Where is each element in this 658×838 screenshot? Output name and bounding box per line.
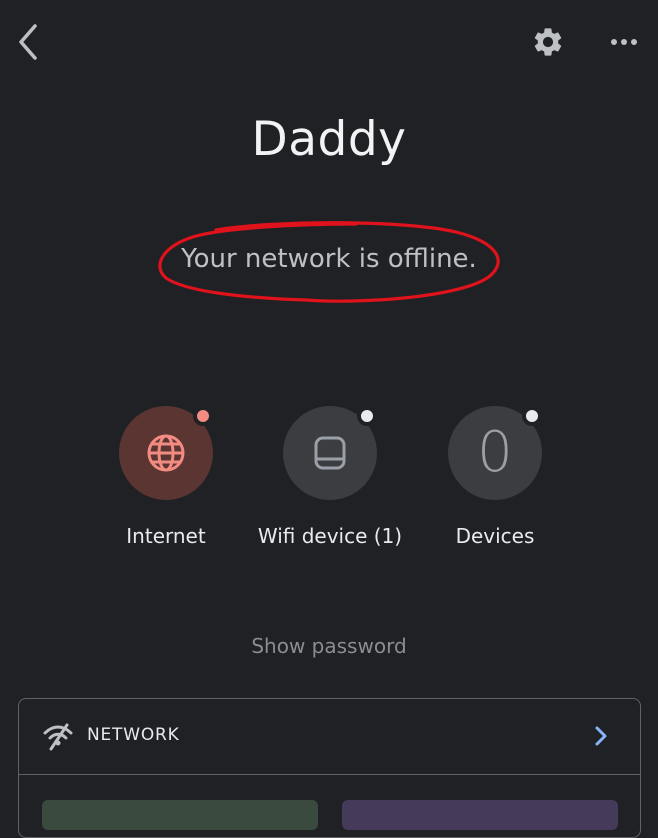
- devices-status-dot: [522, 406, 542, 426]
- partial-action-button-right[interactable]: [342, 800, 618, 830]
- tile-devices[interactable]: 0 Devices: [405, 400, 585, 560]
- devices-count: 0: [477, 420, 513, 485]
- network-row[interactable]: NETWORK: [19, 699, 640, 775]
- gear-icon: [534, 28, 562, 56]
- network-name-title: Daddy: [251, 112, 407, 167]
- partial-action-button-left[interactable]: [42, 800, 318, 830]
- chevron-right-icon: [587, 721, 615, 751]
- status-tiles: Internet Wifi device (1) 0 Devices: [0, 400, 658, 570]
- network-status: Your network is offline.: [156, 218, 502, 306]
- wifi-device-status-dot: [357, 406, 377, 426]
- internet-status-dot: [193, 406, 213, 426]
- tile-wifi-device[interactable]: Wifi device (1): [240, 400, 420, 560]
- offline-status-text: Your network is offline.: [181, 244, 477, 274]
- more-options-button[interactable]: [602, 20, 646, 64]
- more-horizontal-icon: [611, 39, 637, 45]
- wifi-off-icon: [43, 723, 73, 751]
- tile-internet[interactable]: Internet: [76, 400, 256, 560]
- tile-label: Devices: [455, 524, 535, 548]
- top-app-bar: [0, 0, 658, 84]
- chevron-left-icon: [19, 24, 37, 60]
- tile-label: Internet: [126, 524, 206, 548]
- show-password-link[interactable]: Show password: [0, 634, 658, 658]
- tile-label: Wifi device (1): [257, 524, 403, 548]
- network-label: NETWORK: [87, 725, 180, 745]
- globe-icon: [147, 434, 185, 472]
- back-button[interactable]: [8, 20, 48, 64]
- settings-button[interactable]: [526, 20, 570, 64]
- wifi-point-icon: [314, 436, 346, 470]
